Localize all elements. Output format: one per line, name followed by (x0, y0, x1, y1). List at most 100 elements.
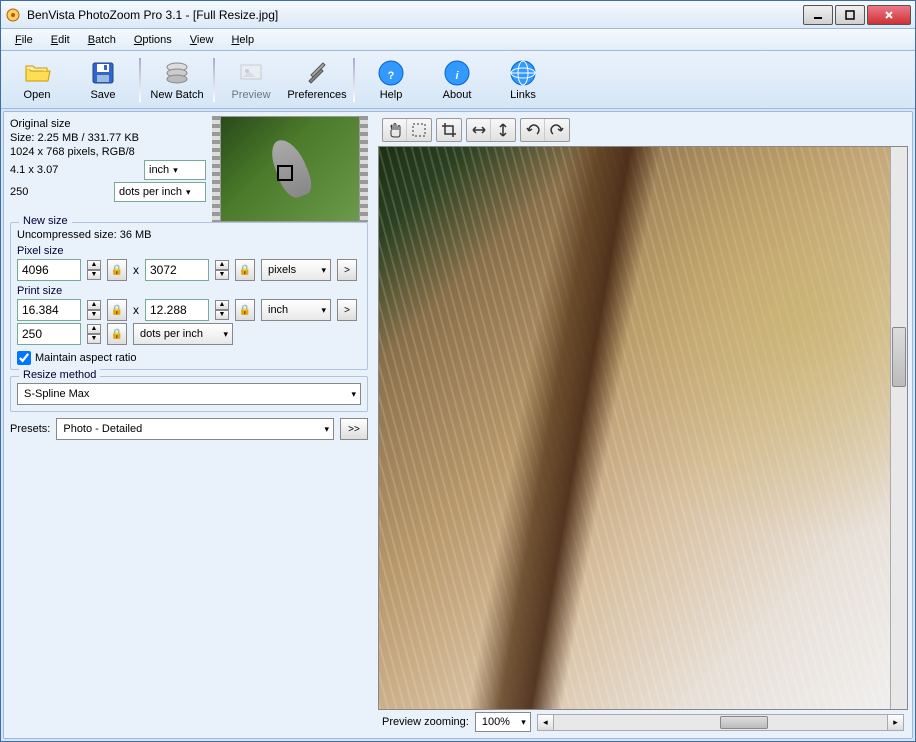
help-button[interactable]: ? Help (359, 54, 423, 106)
thumbnail-image[interactable] (220, 116, 360, 222)
print-height-lock[interactable]: 🔒 (235, 299, 255, 321)
app-window: BenVista PhotoZoom Pro 3.1 - [Full Resiz… (0, 0, 916, 742)
links-button[interactable]: Links (491, 54, 555, 106)
about-button[interactable]: i About (425, 54, 489, 106)
pixel-width-lock[interactable]: 🔒 (107, 259, 127, 281)
svg-text:?: ? (388, 70, 395, 82)
newsize-legend: New size (19, 215, 72, 227)
original-phys-unit-select[interactable]: inch▾ (144, 160, 206, 180)
minimize-button[interactable] (803, 5, 833, 25)
x-multiplier: x (133, 303, 139, 317)
original-dims-text: 1024 x 768 pixels, RGB/8 (10, 146, 206, 158)
fit-vertical-tool[interactable] (491, 119, 515, 141)
pixel-height-spinner[interactable]: ▲▼ (215, 260, 229, 280)
preferences-button[interactable]: Preferences (285, 54, 349, 106)
resize-method-group: Resize method S-Spline Max (10, 376, 368, 412)
presets-label: Presets: (10, 423, 50, 435)
maximize-button[interactable] (835, 5, 865, 25)
pixel-width-spinner[interactable]: ▲▼ (87, 260, 101, 280)
app-icon (5, 7, 21, 23)
preview-toolbar (378, 116, 908, 144)
printsize-label: Print size (17, 285, 361, 297)
aspect-ratio-label: Maintain aspect ratio (35, 352, 137, 364)
pixelsize-label: Pixel size (17, 245, 361, 257)
menu-edit[interactable]: Edit (43, 32, 78, 48)
print-width-lock[interactable]: 🔒 (107, 299, 127, 321)
toolbar-separator (213, 58, 215, 102)
print-unit-select[interactable]: inch (261, 299, 331, 321)
menu-help[interactable]: Help (223, 32, 262, 48)
toolbar-separator (139, 58, 141, 102)
aspect-ratio-checkbox[interactable] (17, 351, 31, 365)
floppy-save-icon (89, 59, 117, 87)
preview-button: Preview (219, 54, 283, 106)
print-width-spinner[interactable]: ▲▼ (87, 300, 101, 320)
titlebar: BenVista PhotoZoom Pro 3.1 - [Full Resiz… (1, 1, 915, 29)
horizontal-scrollbar-thumb[interactable] (720, 716, 768, 729)
preset-select[interactable]: Photo - Detailed (56, 418, 334, 440)
info-icon: i (443, 59, 471, 87)
hscroll-right-arrow[interactable]: ▸ (887, 715, 903, 730)
x-multiplier: x (133, 263, 139, 277)
crop-tool[interactable] (437, 119, 461, 141)
menu-view[interactable]: View (182, 32, 222, 48)
folder-open-icon (23, 59, 51, 87)
original-size-text: Size: 2.25 MB / 331.77 KB (10, 132, 206, 144)
pixel-height-input[interactable] (145, 259, 209, 281)
pixel-width-input[interactable] (17, 259, 81, 281)
original-res-unit-select[interactable]: dots per inch▾ (114, 182, 206, 202)
hand-tool[interactable] (383, 119, 407, 141)
viewport-marker[interactable] (277, 165, 293, 181)
redo-tool[interactable] (545, 119, 569, 141)
pixel-height-lock[interactable]: 🔒 (235, 259, 255, 281)
original-phys-text: 4.1 x 3.07 (10, 164, 58, 176)
tools-icon (303, 59, 331, 87)
resolution-lock[interactable]: 🔒 (107, 323, 127, 345)
help-icon: ? (377, 59, 405, 87)
resize-method-legend: Resize method (19, 369, 100, 381)
filmstrip-right (360, 116, 368, 222)
zoom-label: Preview zooming: (382, 716, 469, 728)
menubar: File Edit Batch Options View Help (1, 29, 915, 51)
newsize-group: New size Uncompressed size: 36 MB Pixel … (10, 222, 368, 370)
save-button[interactable]: Save (71, 54, 135, 106)
preset-more-button[interactable]: >> (340, 418, 368, 440)
fit-horizontal-tool[interactable] (467, 119, 491, 141)
vertical-scrollbar[interactable] (890, 147, 907, 709)
print-more-button[interactable]: > (337, 299, 357, 321)
original-legend: Original size (10, 118, 206, 130)
original-res-text: 250 (10, 186, 28, 198)
menu-options[interactable]: Options (126, 32, 180, 48)
resize-method-select[interactable]: S-Spline Max (17, 383, 361, 405)
filmstrip-left (212, 116, 220, 222)
hscroll-left-arrow[interactable]: ◂ (538, 715, 554, 730)
zoom-select[interactable]: 100% (475, 712, 531, 732)
menu-batch[interactable]: Batch (80, 32, 124, 48)
main-toolbar: Open Save New Batch Preview Preferences … (1, 51, 915, 109)
resolution-unit-select[interactable]: dots per inch (133, 323, 233, 345)
resolution-input[interactable] (17, 323, 81, 345)
vertical-scrollbar-thumb[interactable] (892, 327, 906, 387)
marquee-tool[interactable] (407, 119, 431, 141)
pixel-more-button[interactable]: > (337, 259, 357, 281)
undo-tool[interactable] (521, 119, 545, 141)
print-width-input[interactable] (17, 299, 81, 321)
preview-bottom-bar: Preview zooming: 100% ◂ ▸ (378, 710, 908, 734)
right-panel: Preview zooming: 100% ◂ ▸ (374, 112, 912, 738)
preview-icon (237, 59, 265, 87)
newbatch-button[interactable]: New Batch (145, 54, 209, 106)
open-button[interactable]: Open (5, 54, 69, 106)
print-height-spinner[interactable]: ▲▼ (215, 300, 229, 320)
batch-stack-icon (163, 59, 191, 87)
menu-file[interactable]: File (7, 32, 41, 48)
thumbnail-navigator[interactable] (212, 116, 368, 222)
preview-canvas[interactable] (378, 146, 908, 710)
uncompressed-text: Uncompressed size: 36 MB (17, 229, 361, 241)
pixel-unit-select[interactable]: pixels (261, 259, 331, 281)
globe-icon (509, 59, 537, 87)
horizontal-scrollbar[interactable]: ◂ ▸ (537, 714, 904, 731)
window-title: BenVista PhotoZoom Pro 3.1 - [Full Resiz… (27, 8, 803, 22)
print-height-input[interactable] (145, 299, 209, 321)
resolution-spinner[interactable]: ▲▼ (87, 324, 101, 344)
close-button[interactable] (867, 5, 911, 25)
